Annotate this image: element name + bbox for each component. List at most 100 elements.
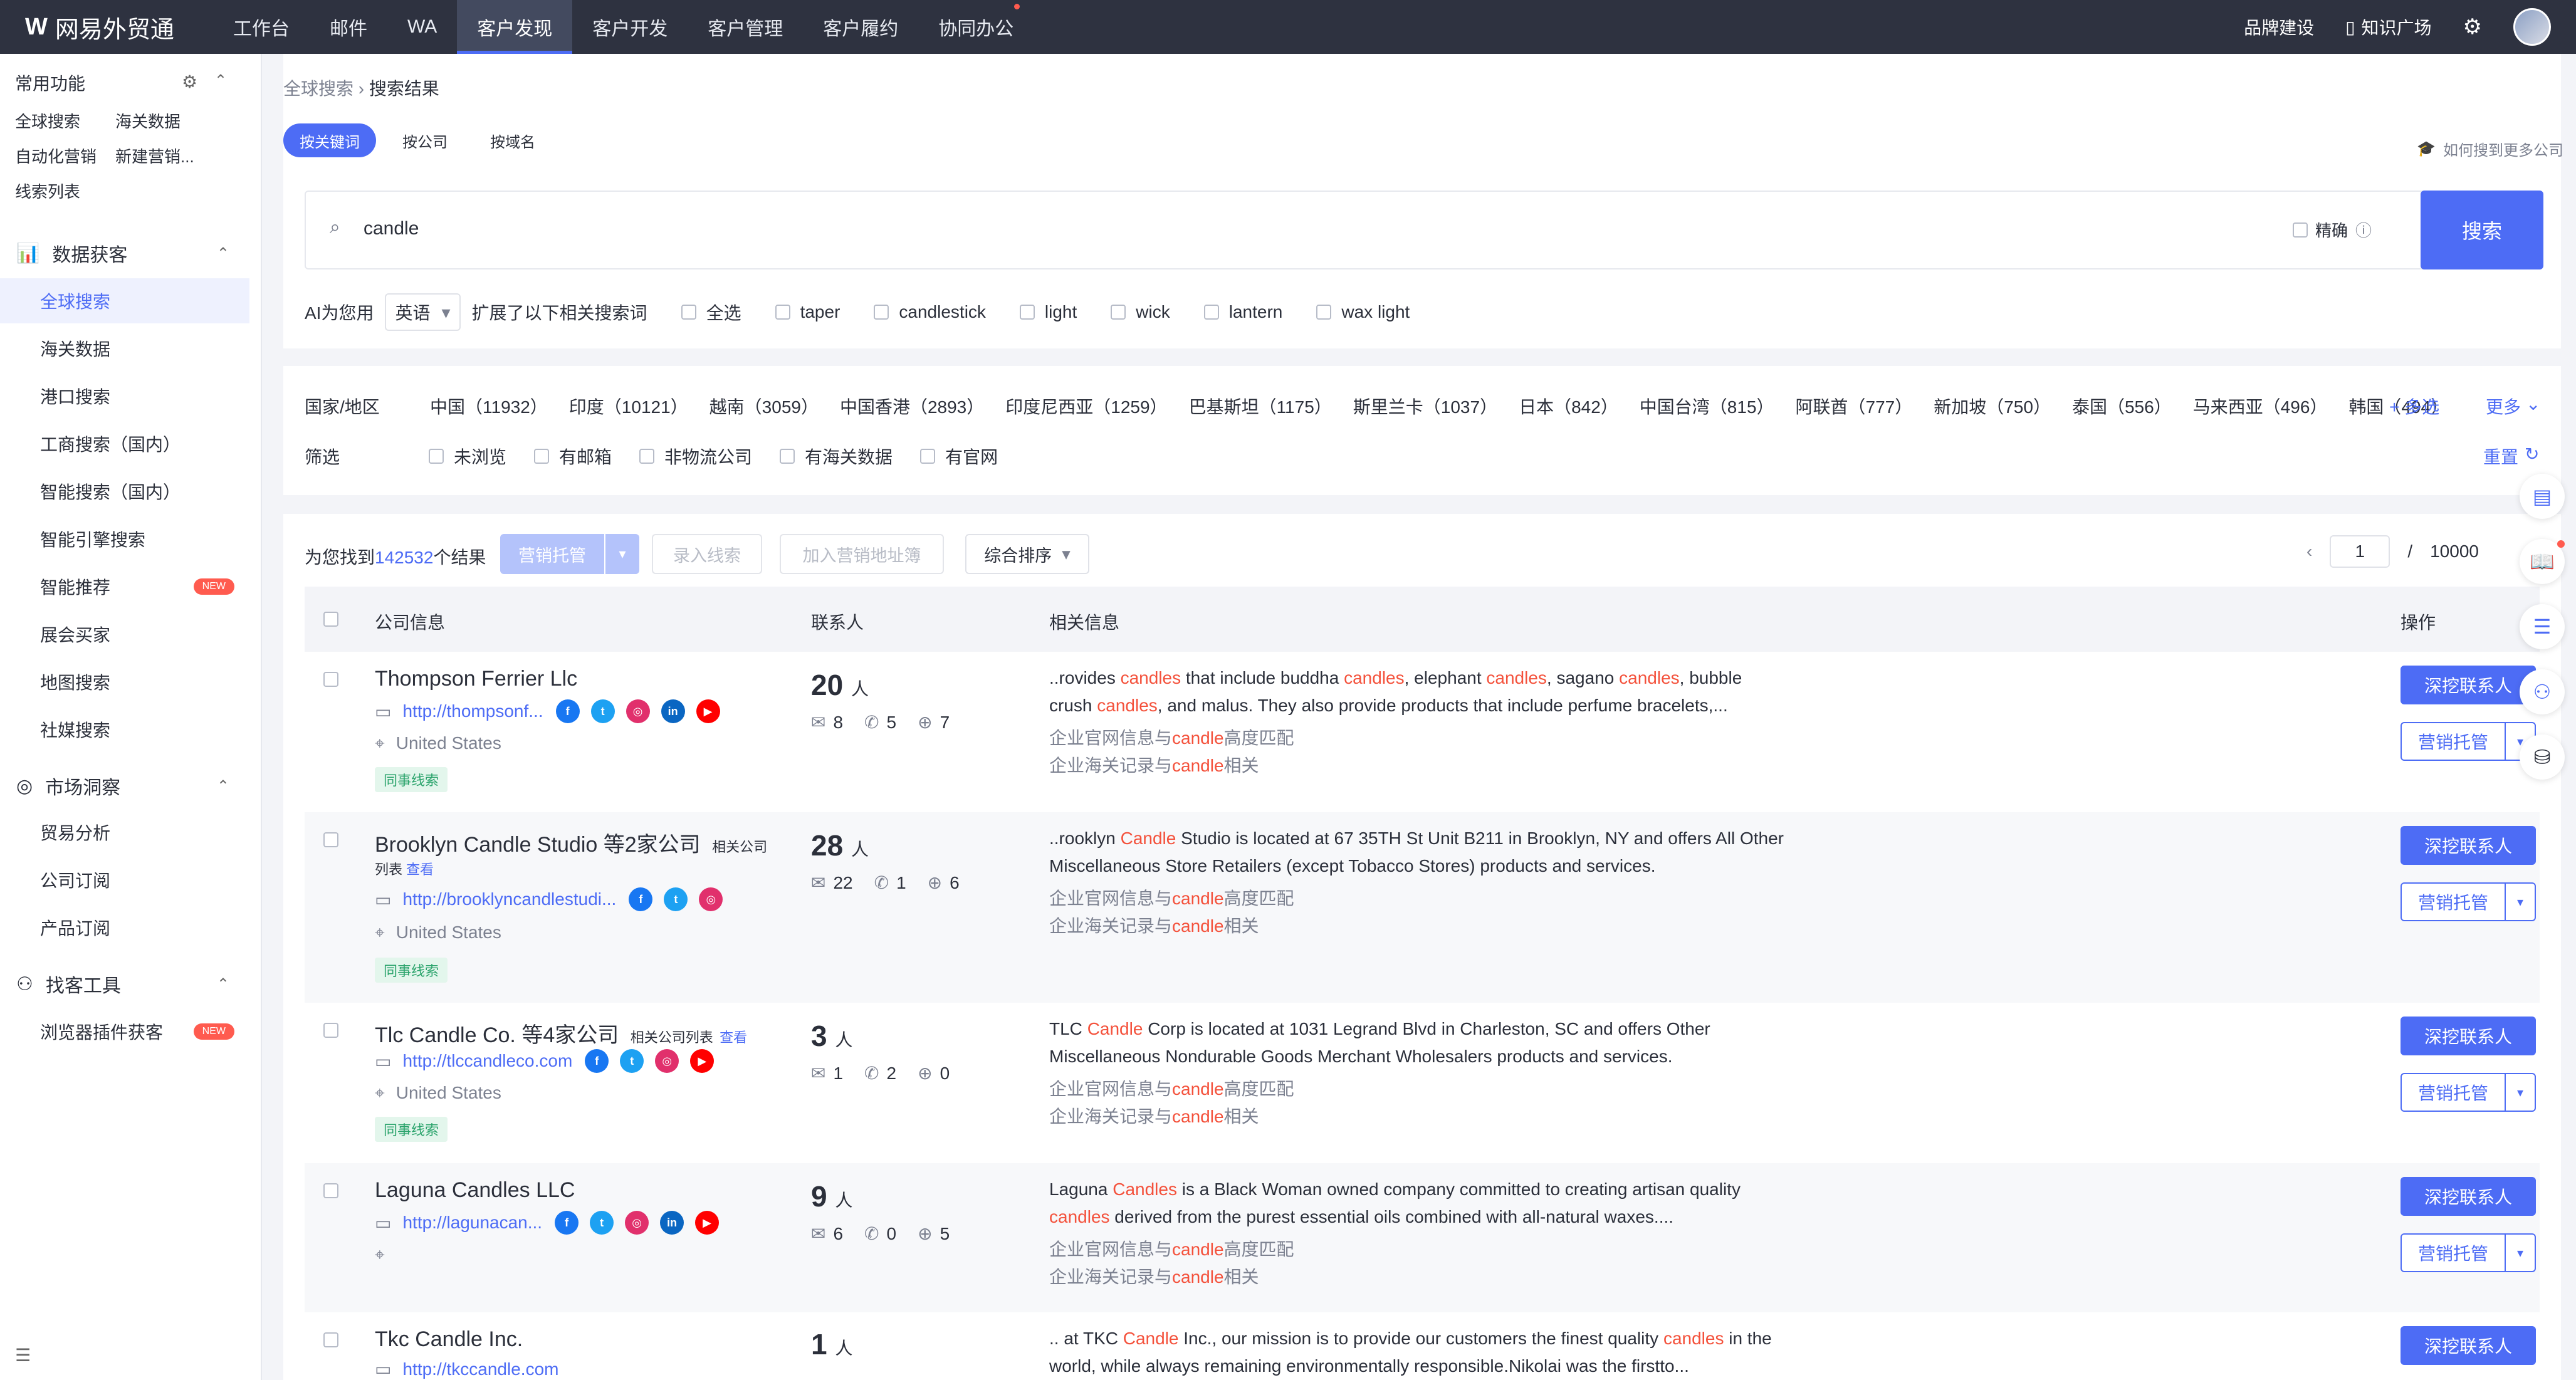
checkbox[interactable] (874, 305, 889, 320)
common-link-customs-data[interactable]: 海关数据 (115, 109, 181, 132)
sidebar-item-global-search[interactable]: 全球搜索 (0, 278, 249, 323)
sidebar-item-product-subscription[interactable]: 产品订阅 (0, 905, 249, 950)
country-option[interactable]: 印度（10121） (569, 394, 688, 419)
view-related-link[interactable]: 查看 (406, 862, 434, 877)
marketing-trust-row-button[interactable]: 营销托管 ▾ (2401, 1073, 2536, 1112)
company-url[interactable]: http://tkccandle.com (402, 1359, 558, 1379)
country-option[interactable]: 日本（842） (1519, 394, 1618, 419)
nav-workbench[interactable]: 工作台 (213, 0, 310, 54)
marketing-trust-row-button[interactable]: 营销托管 ▾ (2401, 722, 2536, 761)
search-button[interactable]: 搜索 (2421, 191, 2543, 269)
deep-contacts-button[interactable]: 深挖联系人 (2401, 826, 2536, 865)
term-wick[interactable]: wick (1111, 302, 1170, 322)
sidebar-item-port-search[interactable]: 港口搜索 (0, 374, 249, 419)
checkbox[interactable] (534, 449, 550, 464)
deep-contacts-button[interactable]: 深挖联系人 (2401, 1326, 2536, 1365)
breadcrumb-root[interactable]: 全球搜索 (283, 79, 353, 98)
nav-customer-development[interactable]: 客户开发 (572, 0, 688, 54)
search-input[interactable]: candle (364, 218, 419, 239)
settings-icon[interactable]: ⚙ (182, 71, 197, 92)
twitter-icon[interactable]: t (664, 887, 688, 911)
contact-count[interactable]: 1 人 (811, 1327, 852, 1361)
checkbox[interactable] (775, 305, 790, 320)
company-url[interactable]: http://thompsonf... (402, 701, 543, 721)
common-link-auto-marketing[interactable]: 自动化营销 (15, 144, 97, 167)
filter-non-logistics[interactable]: 非物流公司 (639, 444, 752, 469)
common-link-lead-list[interactable]: 线索列表 (15, 179, 80, 202)
caret-down-icon[interactable]: ▾ (604, 534, 639, 574)
sidebar-item-engine-search[interactable]: 智能引擎搜索 (0, 516, 249, 562)
country-option[interactable]: 斯里兰卡（1037） (1353, 394, 1497, 419)
term-lantern[interactable]: lantern (1203, 302, 1282, 322)
linkedin-icon[interactable]: in (661, 699, 685, 723)
checkbox[interactable] (920, 449, 936, 464)
company-name[interactable]: Tlc Candle Co. 等4家公司 (375, 1023, 619, 1047)
marketing-trust-row-button[interactable]: 营销托管 ▾ (2401, 882, 2536, 921)
user-icon[interactable]: ⚇ (2520, 669, 2565, 714)
row-checkbox[interactable] (323, 672, 338, 687)
clipboard-icon[interactable]: ▤ (2520, 474, 2565, 519)
checkbox[interactable] (639, 449, 655, 464)
filter-unviewed[interactable]: 未浏览 (429, 444, 506, 469)
instagram-icon[interactable]: ◎ (699, 887, 723, 911)
checkbox[interactable] (780, 449, 795, 464)
list-icon[interactable]: ☰ (2520, 604, 2565, 649)
term-light[interactable]: light (1019, 302, 1077, 322)
chevron-up-icon[interactable]: ⌃ (214, 71, 227, 90)
nav-customer-fulfillment[interactable]: 客户履约 (803, 0, 918, 54)
company-name[interactable]: Thompson Ferrier Llc (375, 667, 577, 691)
country-option[interactable]: 中国台湾（815） (1640, 394, 1774, 419)
facebook-icon[interactable]: f (585, 1049, 609, 1073)
page-input[interactable]: 1 (2330, 535, 2390, 568)
common-link-new-marketing[interactable]: 新建营销... (115, 144, 194, 167)
collapse-sidebar-icon[interactable]: ☰ (15, 1345, 31, 1366)
row-checkbox[interactable] (323, 1023, 338, 1038)
facebook-icon[interactable]: f (555, 699, 580, 723)
sidebar-item-social-search[interactable]: 社媒搜索 (0, 707, 249, 752)
instagram-icon[interactable]: ◎ (625, 1211, 649, 1235)
select-all-checkbox[interactable] (323, 612, 338, 627)
section-prospecting-tools[interactable]: ⚇ 找客工具 ⌃ (16, 970, 229, 998)
gear-icon[interactable]: ⚙ (2463, 14, 2482, 39)
deep-contacts-button[interactable]: 深挖联系人 (2401, 1177, 2536, 1216)
country-option[interactable]: 印度尼西亚（1259） (1005, 394, 1167, 419)
brand-building-link[interactable]: 品牌建设 (2244, 14, 2314, 39)
row-checkbox[interactable] (323, 1332, 338, 1347)
company-url[interactable]: http://brooklyncandlestudi... (402, 889, 616, 909)
nav-customer-management[interactable]: 客户管理 (688, 0, 803, 54)
app-logo[interactable]: W 网易外贸通 (25, 0, 174, 54)
section-market-insight[interactable]: ◎ 市场洞察 ⌃ (16, 772, 229, 800)
nav-mail[interactable]: 邮件 (310, 0, 387, 54)
caret-down-icon[interactable]: ▾ (2505, 1074, 2535, 1111)
youtube-icon[interactable]: ▶ (695, 1211, 720, 1235)
company-name[interactable]: Laguna Candles LLC (375, 1178, 575, 1203)
caret-down-icon[interactable]: ▾ (2505, 884, 2535, 920)
question-icon[interactable]: ⓘ (2355, 218, 2372, 241)
sort-select[interactable]: 综合排序 ▾ (965, 534, 1089, 574)
country-option[interactable]: 马来西亚（496） (2193, 394, 2328, 419)
checkbox[interactable] (1111, 305, 1126, 320)
prev-page-icon[interactable]: ‹ (2306, 541, 2312, 562)
exact-checkbox[interactable] (2293, 222, 2308, 238)
checkbox[interactable] (681, 305, 696, 320)
checkbox[interactable] (1203, 305, 1219, 320)
twitter-icon[interactable]: t (620, 1049, 644, 1073)
deep-contacts-button[interactable]: 深挖联系人 (2401, 1017, 2536, 1055)
instagram-icon[interactable]: ◎ (626, 699, 650, 723)
sidebar-item-trade-analysis[interactable]: 贸易分析 (0, 810, 249, 855)
tab-by-keyword[interactable]: 按关键词 (283, 123, 376, 157)
section-data-acquisition[interactable]: 📊 数据获客 ⌃ (16, 239, 229, 267)
row-checkbox[interactable] (323, 1183, 338, 1198)
filter-has-website[interactable]: 有官网 (920, 444, 998, 469)
reset-button[interactable]: 重置 ↻ (2483, 444, 2539, 469)
twitter-icon[interactable]: t (590, 1211, 614, 1235)
filter-has-customs[interactable]: 有海关数据 (780, 444, 893, 469)
term-candlestick[interactable]: candlestick (874, 302, 986, 322)
country-option[interactable]: 泰国（556） (2072, 394, 2172, 419)
user-avatar[interactable] (2513, 8, 2551, 46)
sidebar-item-business-search[interactable]: 工商搜索（国内） (0, 421, 249, 466)
knowledge-square-link[interactable]: ▯ 知识广场 (2345, 14, 2431, 39)
sidebar-item-smart-recommend[interactable]: 智能推荐 NEW (0, 564, 249, 609)
language-select[interactable]: 英语 ▾ (385, 293, 461, 331)
tab-by-company[interactable]: 按公司 (386, 123, 464, 157)
